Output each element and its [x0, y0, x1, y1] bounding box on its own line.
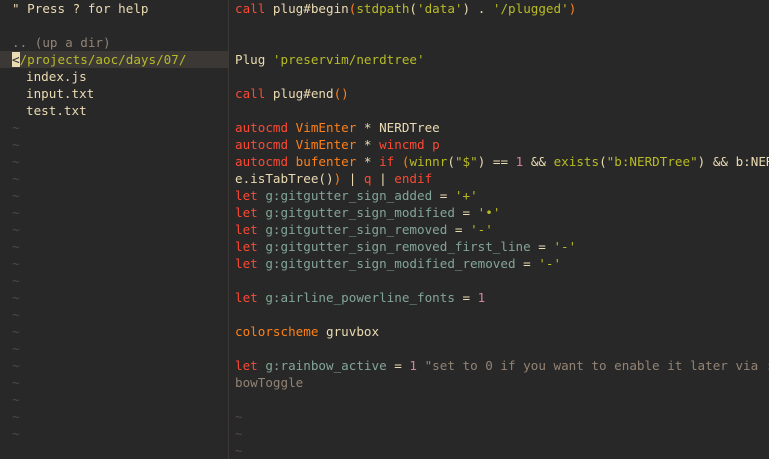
file-item-test-txt[interactable]: test.txt	[0, 102, 228, 119]
tilde-marker: ~	[12, 409, 20, 424]
tilde-marker: ~	[12, 375, 20, 390]
tilde-marker: ~	[12, 426, 20, 441]
tilde-marker: ~	[12, 358, 20, 373]
empty-line-markers: ~ ~ ~ ~ ~ ~ ~ ~ ~ ~ ~ ~ ~ ~ ~ ~ ~ ~ ~	[0, 119, 228, 442]
code-line-10: autocmd bufenter * if (winnr("$") == 1 &…	[235, 154, 769, 169]
code-line-23: bowToggle	[235, 375, 304, 390]
code-line-15: let g:gitgutter_sign_removed_first_line …	[235, 239, 577, 254]
file-item-index-js[interactable]: index.js	[0, 68, 228, 85]
code-line-18: let g:airline_powerline_fonts = 1	[235, 290, 486, 305]
tilde-marker: ~	[12, 120, 20, 135]
nerdtree-panel[interactable]: " Press ? for help .. (up a dir) </proje…	[0, 0, 228, 459]
tilde-marker: ~	[235, 426, 243, 441]
tilde-marker: ~	[12, 273, 20, 288]
code-line-22: let g:rainbow_active = 1 "set to 0 if yo…	[235, 358, 769, 373]
code-line-11: e.isTabTree()) | q | endif	[235, 171, 433, 186]
tilde-marker: ~	[12, 392, 20, 407]
code-line-13: let g:gitgutter_sign_modified = '•'	[235, 205, 501, 220]
tilde-marker: ~	[12, 256, 20, 271]
current-directory-path: /projects/aoc/days/07/	[19, 52, 187, 67]
tilde-marker: ~	[12, 324, 20, 339]
tilde-marker: ~	[12, 239, 20, 254]
tilde-marker: ~	[12, 307, 20, 322]
tilde-marker: ~	[12, 205, 20, 220]
tilde-marker: ~	[12, 154, 20, 169]
current-directory-item[interactable]: </projects/aoc/days/07/	[0, 51, 228, 68]
code-line-14: let g:gitgutter_sign_removed = '-'	[235, 222, 493, 237]
tilde-marker: ~	[12, 171, 20, 186]
tilde-marker: ~	[12, 290, 20, 305]
nerdtree-help-line: " Press ? for help	[12, 1, 149, 16]
tilde-marker: ~	[12, 341, 20, 356]
tilde-marker: ~	[235, 443, 243, 458]
tilde-marker: ~	[235, 409, 243, 424]
code-line-12: let g:gitgutter_sign_added = '+'	[235, 188, 478, 203]
file-item-input-txt[interactable]: input.txt	[0, 85, 228, 102]
tilde-marker: ~	[12, 222, 20, 237]
code-line-8: autocmd VimEnter * NERDTree	[235, 120, 440, 135]
code-line-16: let g:gitgutter_sign_modified_removed = …	[235, 256, 562, 271]
tilde-marker: ~	[12, 137, 20, 152]
tilde-marker: ~	[12, 188, 20, 203]
code-line-20: colorscheme gruvbox	[235, 324, 380, 339]
code-line-1: call plug#begin(stdpath('data') . '/plug…	[235, 1, 577, 16]
code-line-6: call plug#end()	[235, 86, 349, 101]
editor-buffer[interactable]: call plug#begin(stdpath('data') . '/plug…	[229, 0, 769, 459]
code-line-9: autocmd VimEnter * wincmd p	[235, 137, 440, 152]
up-a-dir-item[interactable]: .. (up a dir)	[0, 34, 228, 51]
code-line-4: Plug 'preservim/nerdtree'	[235, 52, 425, 67]
cursor: <	[12, 52, 20, 67]
